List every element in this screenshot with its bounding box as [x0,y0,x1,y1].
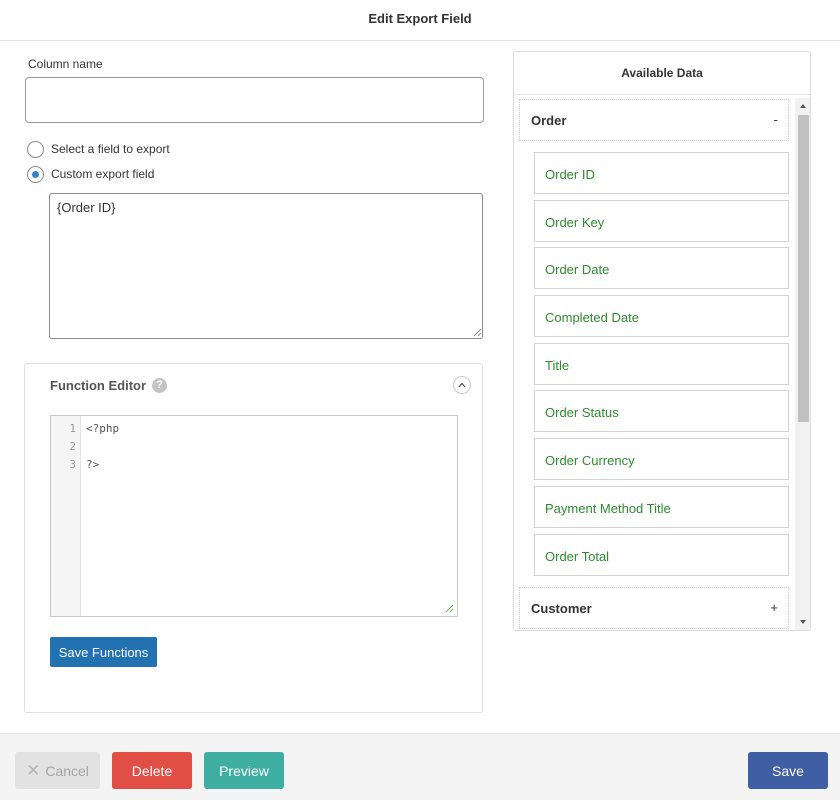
collapse-button[interactable] [453,376,471,394]
available-data-title: Available Data [514,52,810,95]
field-label: Order Date [545,262,610,277]
field-label: Order Currency [545,453,635,468]
group-label: Customer [531,601,592,616]
group-label: Order [531,113,567,128]
field-item[interactable]: Order ID [534,152,789,194]
radio-custom-field[interactable]: Custom export field [27,165,154,183]
radio-label: Custom export field [51,167,155,181]
radio-button[interactable] [27,140,44,158]
field-item[interactable]: Order Status [534,390,789,432]
scrollbar-thumb[interactable] [798,115,809,422]
field-item[interactable]: Payment Method Title [534,486,789,528]
field-label: Order Status [545,405,619,420]
chevron-up-icon [458,382,466,388]
field-item[interactable]: Completed Date [534,295,789,337]
group-header-order[interactable]: Order - [519,99,789,141]
code-editor[interactable]: 1 2 3 <?php ?> [50,415,458,617]
scroll-down-arrow-icon[interactable] [795,614,811,630]
help-icon[interactable]: ? [152,378,168,393]
collapse-toggle-icon[interactable]: - [774,112,778,127]
resize-handle-icon[interactable] [473,328,482,337]
field-label: Payment Method Title [545,501,671,516]
field-item[interactable]: Order Total [534,534,789,576]
cancel-button[interactable]: ✕ Cancel [15,752,100,789]
save-button[interactable]: Save [748,752,828,789]
field-label: Order ID [545,167,595,182]
radio-button-checked[interactable] [27,165,44,183]
resize-handle-icon[interactable] [445,604,454,613]
available-data-panel: Available Data Order - Order ID Order Ke… [513,51,811,631]
function-editor-panel: Function Editor ? 1 2 3 <?php ?> Save Fu… [24,363,483,713]
code-line: <?php [86,422,120,435]
delete-button[interactable]: Delete [112,752,192,789]
group-header-customer[interactable]: Customer + [519,587,789,629]
column-name-input[interactable] [25,77,484,123]
preview-button[interactable]: Preview [204,752,284,789]
function-editor-title: Function Editor [50,378,147,393]
field-item[interactable]: Title [534,343,789,385]
save-functions-button[interactable]: Save Functions [50,637,157,667]
expand-toggle-icon[interactable]: + [770,600,778,615]
cancel-label: Cancel [45,762,89,779]
code-line: ?> [86,458,100,471]
line-number: 3 [69,458,76,471]
scroll-up-arrow-icon[interactable] [795,98,811,114]
field-label: Order Total [545,549,610,564]
close-icon: ✕ [26,760,41,780]
dialog-title: Edit Export Field [368,11,472,26]
line-number-gutter: 1 2 3 [51,416,81,616]
dialog-header: Edit Export Field [0,0,840,41]
radio-label: Select a field to export [51,142,170,156]
field-item[interactable]: Order Currency [534,438,789,480]
dialog-footer: ✕ Cancel Delete Preview Save [0,733,840,800]
custom-export-field-textarea[interactable]: {Order ID} [49,193,483,339]
scrollbar[interactable] [795,98,811,630]
radio-select-field[interactable]: Select a field to export [27,140,170,158]
field-label: Title [545,358,570,373]
field-item[interactable]: Order Key [534,200,789,242]
field-item[interactable]: Order Date [534,247,789,289]
field-label: Completed Date [545,310,639,325]
function-editor-heading: Function Editor ? [50,378,168,393]
column-name-label: Column name [28,57,103,71]
field-label: Order Key [545,215,605,230]
line-number: 2 [69,440,76,453]
line-number: 1 [69,422,76,435]
